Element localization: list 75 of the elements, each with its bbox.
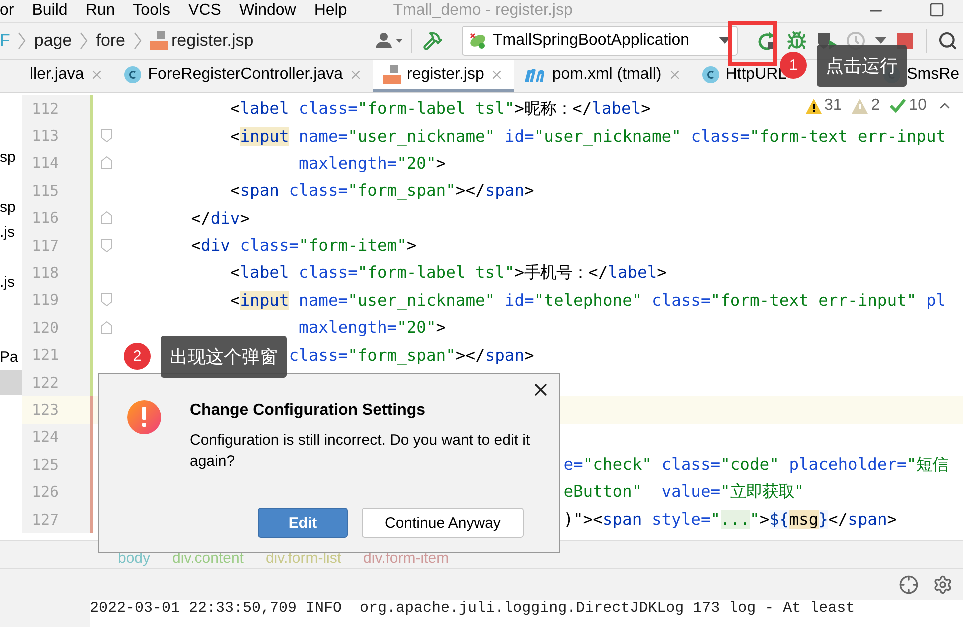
line-number: 126 [22, 478, 90, 506]
inspection-count[interactable]: 10 [909, 97, 927, 115]
editor-tab[interactable]: ForeRegisterController.java [114, 60, 373, 92]
callout-tooltip: 出现这个弹窗 [161, 336, 287, 378]
code-line: maxlength="20"> [299, 318, 446, 338]
project-item[interactable]: sp [0, 149, 16, 166]
error-icon [127, 400, 162, 435]
chevron-icon [134, 32, 142, 50]
menu-item[interactable]: Window [239, 2, 296, 20]
dialog-message: Configuration is still incorrect. Do you want to edit it again? [190, 431, 532, 472]
project-item[interactable]: .js [0, 224, 15, 241]
menu-item[interactable]: Run [86, 2, 116, 20]
code-line: e="check" class="code" placeholder="短信 [564, 454, 949, 476]
breadcrumb-item[interactable]: page [34, 31, 72, 51]
code-line: <input name="user_nickname" id="telephone" class="form-text err-input" pl [230, 290, 946, 310]
line-number: 122 [22, 368, 90, 396]
window-title: Tmall_demo - register.jsp [393, 2, 574, 20]
console-line: 2022-03-01 22:33:50,709 INFO org.apache.juli.logging.DirectJDKLog 173 log - At least [90, 600, 856, 617]
line-number: 117 [22, 232, 90, 260]
code-line: )"><span style="...">${msg}</span> [564, 510, 898, 530]
line-number: 125 [22, 451, 90, 478]
line-number: 127 [22, 506, 90, 534]
jsp-file-icon [383, 64, 401, 84]
code-line: <input name="user_nickname" id="user_nickname" class="form-text err-input [230, 126, 946, 146]
jsp-file-icon [150, 31, 168, 51]
editor-tab[interactable]: register.jsp [373, 60, 514, 92]
edit-button[interactable]: Edit [258, 508, 348, 538]
chevron-icon [18, 32, 26, 50]
code-line: eButton" value="立即获取" [564, 481, 804, 504]
chevron-icon [80, 32, 88, 50]
inspection-count[interactable]: 31 [824, 97, 842, 115]
line-number: 112 [22, 95, 90, 122]
line-number: 121 [22, 342, 90, 369]
editor-tab[interactable]: pom.xml (tmall) [514, 60, 692, 92]
code-line: <span class="form_span"></span> [230, 181, 534, 200]
callout-tooltip: 点击运行 [817, 45, 907, 87]
project-item[interactable]: sp [0, 199, 16, 216]
code-line: <div class="form-item"> [191, 236, 417, 256]
menu-item[interactable]: or [0, 2, 14, 20]
menu-item[interactable]: Help [314, 2, 348, 20]
warning-icon [852, 98, 868, 114]
project-item[interactable]: Pa [0, 349, 18, 366]
dialog-title: Change Configuration Settings [190, 402, 427, 420]
continue-button[interactable]: Continue Anyway [362, 508, 524, 538]
line-number: 124 [22, 424, 90, 452]
line-number: 119 [22, 286, 90, 314]
target-icon[interactable] [899, 574, 919, 594]
dropdown-icon [719, 37, 731, 45]
line-number: 118 [22, 259, 90, 287]
class-icon [124, 66, 142, 84]
editor-tab[interactable]: ller.java [20, 60, 114, 92]
check-icon [890, 98, 906, 114]
breadcrumb-item[interactable]: fore [96, 31, 126, 51]
line-number: 116 [22, 204, 90, 232]
line-number: 120 [22, 314, 90, 342]
code-line: </div> [191, 208, 250, 228]
project-item[interactable]: .js [0, 274, 15, 291]
line-number: 115 [22, 177, 90, 205]
run-configuration-select[interactable]: TmallSpringBootApplication [462, 26, 738, 56]
settings-icon[interactable] [933, 574, 953, 594]
menu-item[interactable]: Tools [133, 2, 171, 20]
warning-icon [806, 98, 822, 114]
line-number: 113 [22, 122, 90, 150]
code-line: class="form_span"></span> [289, 346, 534, 365]
menu-item[interactable]: VCS [188, 2, 222, 20]
code-line: maxlength="20"> [299, 154, 446, 173]
menu-item[interactable]: Build [32, 2, 68, 20]
inspection-count[interactable]: 2 [871, 97, 880, 115]
class-icon [702, 66, 720, 84]
breadcrumb-item[interactable]: register.jsp [172, 31, 254, 51]
highlight-frame [728, 21, 777, 66]
maximize-icon[interactable] [929, 2, 945, 18]
code-line: <label class="form-label tsl">手机号：</label> [230, 262, 667, 284]
code-line: <label class="form-label tsl">昵称：</label> [230, 98, 651, 120]
line-number: 114 [22, 150, 90, 178]
